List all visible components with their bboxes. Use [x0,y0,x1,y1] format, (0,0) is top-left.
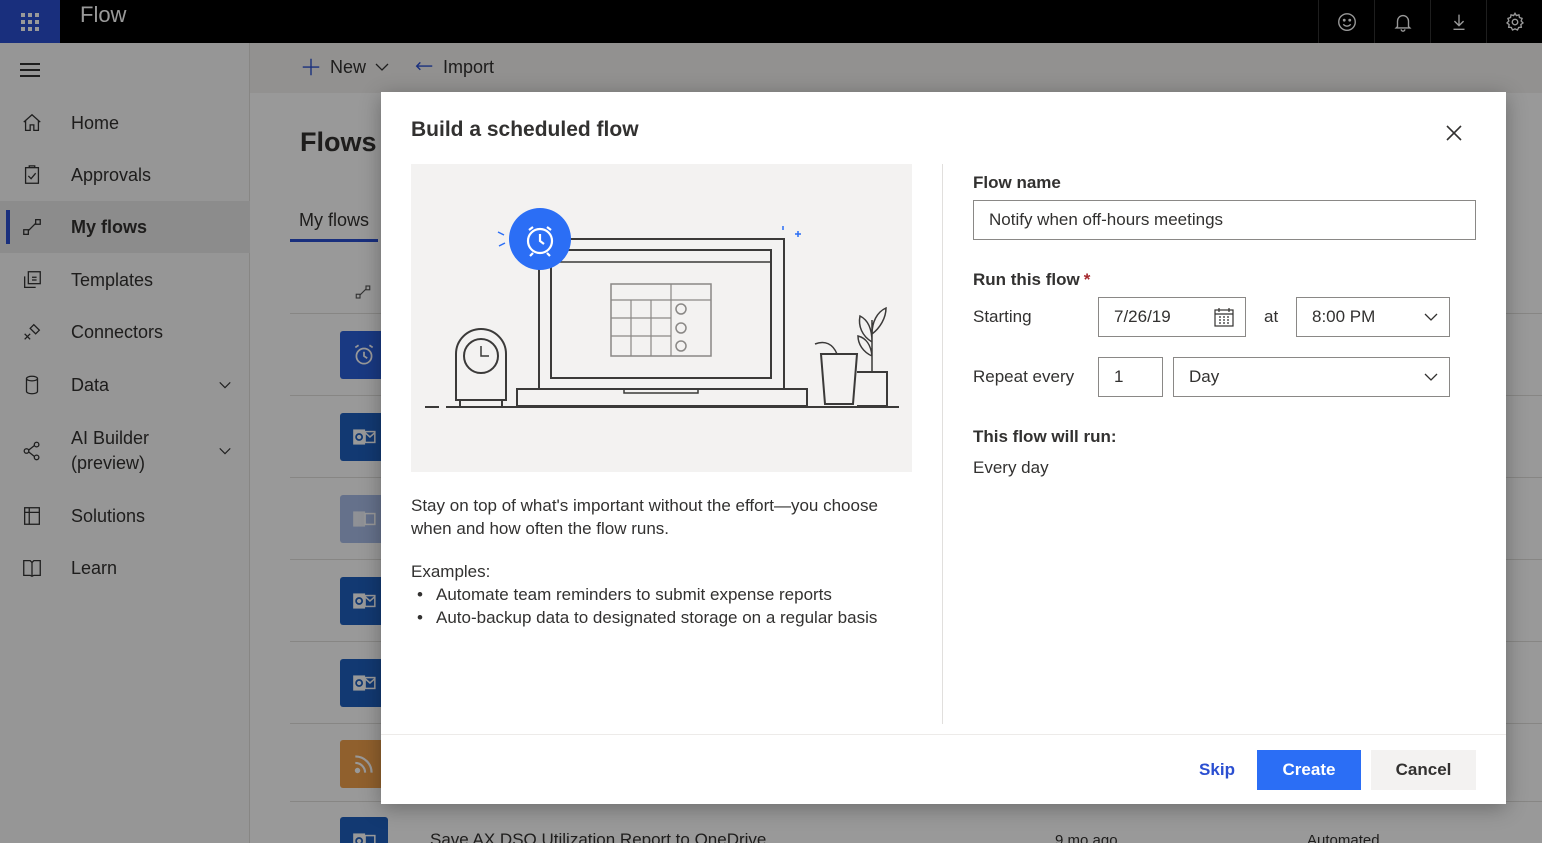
flow-will-run-label: This flow will run: [973,427,1117,446]
at-label: at [1264,307,1279,326]
start-date-picker[interactable]: 7/26/19 [1098,297,1246,337]
dialog-title: Build a scheduled flow [411,118,639,141]
flow-name-label: Flow name [973,173,1061,192]
create-button[interactable]: Create [1257,750,1361,790]
build-scheduled-flow-dialog: Build a scheduled flow Stay on top of wh… [381,92,1506,804]
calendar-icon[interactable] [1213,306,1235,328]
example-item: Auto-backup data to designated storage o… [411,606,877,629]
scheduled-flow-illustration [411,164,912,472]
repeat-interval-value: 1 [1114,367,1124,386]
flow-name-value: Notify when off-hours meetings [989,210,1224,229]
repeat-every-label: Repeat every [973,367,1075,386]
required-marker: * [1083,270,1091,289]
repeat-unit-value: Day [1189,367,1220,386]
examples-label: Examples: [411,562,491,581]
flow-will-run-value: Every day [973,458,1049,477]
close-icon[interactable] [1443,122,1465,144]
skip-button[interactable]: Skip [1187,750,1247,790]
repeat-interval-input[interactable]: 1 [1098,357,1163,397]
flow-name-input[interactable]: Notify when off-hours meetings [973,200,1476,240]
start-date-value: 7/26/19 [1114,307,1171,326]
dialog-description: Stay on top of what's important without … [411,496,878,538]
chevron-down-icon [1424,313,1438,321]
repeat-unit-dropdown[interactable]: Day [1173,357,1450,397]
start-time-dropdown[interactable]: 8:00 PM [1296,297,1450,337]
footer-divider [381,734,1506,735]
vertical-divider [942,164,943,724]
example-item: Automate team reminders to submit expens… [411,583,877,606]
start-time-value: 8:00 PM [1312,307,1376,326]
starting-label: Starting [973,307,1032,326]
chevron-down-icon [1424,373,1438,381]
examples-list: Automate team reminders to submit expens… [411,583,877,629]
cancel-button[interactable]: Cancel [1371,750,1476,790]
run-this-flow-label: Run this flow * [973,270,1091,289]
